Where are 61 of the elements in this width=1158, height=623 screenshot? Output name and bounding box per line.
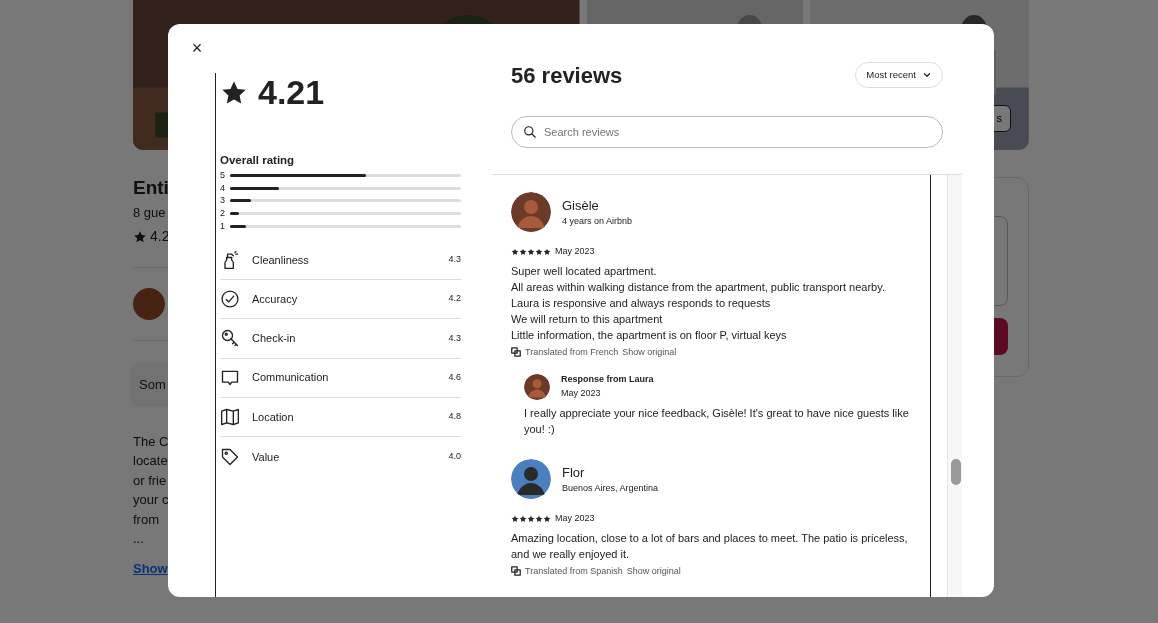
rating-label: 4 [220,181,225,195]
rating-label: 2 [220,206,225,220]
rating-label: 5 [220,168,225,182]
review-date: May 2023 [555,512,595,525]
translation-note: Translated from French [525,345,619,359]
show-original-link[interactable]: Show original [622,345,677,359]
response-date: May 2023 [561,386,602,400]
host-avatar [133,288,165,320]
description-line: locate [133,452,168,470]
avatar [511,459,551,499]
map-icon [220,407,240,427]
close-button[interactable]: × [186,37,208,59]
reviewer-name: Gisèle [562,196,600,215]
reviewer-meta: 4 years on Airbnb [562,215,633,228]
star-icon [133,229,147,244]
chevron-down-icon [922,70,932,80]
category-name: Location [252,409,295,425]
overall-score: 4.21 [258,72,325,113]
category-score: 4.3 [448,331,461,345]
reviewer-name: Flor [562,463,586,482]
category-name: Check-in [252,331,297,347]
description-line: your c [133,491,169,509]
category-score: 4.8 [448,410,461,424]
search-field[interactable]: Search reviews [511,116,943,148]
description-line: ... [133,530,144,548]
rating-label: 3 [220,194,225,208]
description-line: from [133,510,159,529]
tag-icon [220,446,240,467]
category-name: Communication [252,370,330,386]
show-original-link[interactable]: Show original [626,564,681,578]
category-score: 4.0 [448,450,461,464]
translation-note: Translated from Spanish [525,564,623,578]
reviews-heading: 56 reviews [511,61,623,90]
reviewer-meta: Buenos Aires, Argentina [562,482,659,495]
scrollbar-thumb[interactable] [950,459,961,485]
review-text: Super well located apartment. All areas within walking distance from the apartment, public transport nearby. Laura is responsive and always responds to requests We will return to this apartment Little information, the apartment is on floor P, virtual keys [511,263,886,343]
key-icon [220,328,240,349]
category-name: Cleanliness [252,252,310,268]
response-title: Response from Laura [561,373,654,386]
category-score: 4.3 [448,253,461,267]
listing-details: 8 gue [133,203,166,222]
description-line: or frie [133,471,167,490]
avatar [511,192,551,232]
review-text: Amazing location, close to a lot of bars and places to meet. The patio is priceless, and we really enjoyed it. [511,530,909,562]
response-text: I really appreciate your nice feedback, Gisèle! It's great to have nice guests like you! :) [524,406,910,437]
sort-dropdown[interactable]: Most recent [855,61,943,89]
checkmark-circle-icon [220,289,240,310]
listing-title: Enti [133,176,169,200]
scrollbar[interactable] [946,175,962,597]
description-line: The C [133,432,169,451]
category-score: 4.6 [448,370,461,384]
translate-icon [511,347,521,358]
category-score: 4.2 [448,292,461,306]
category-name: Value [252,449,281,465]
category-name: Accuracy [252,291,299,307]
review-date: May 2023 [555,245,595,258]
translate-icon [511,566,521,577]
rating-label: 1 [220,219,225,233]
overall-rating-label: Overall rating [220,153,296,168]
rating-text: 4.2 [150,227,170,246]
avatar [524,373,550,400]
